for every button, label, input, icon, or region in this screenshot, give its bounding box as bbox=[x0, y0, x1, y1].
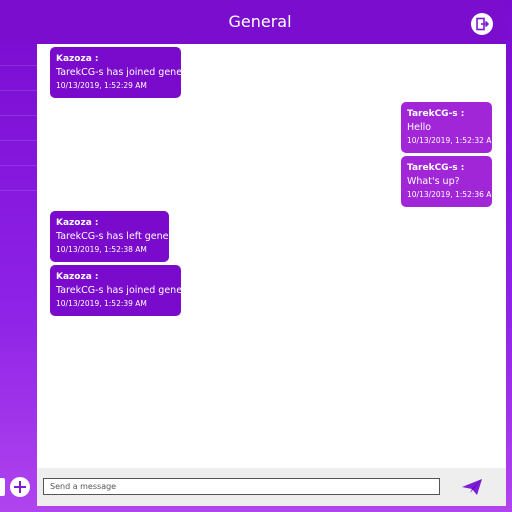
sidebar-divider bbox=[0, 90, 37, 91]
message-text: Hello bbox=[407, 122, 432, 133]
message-sender: Kazoza : bbox=[56, 272, 99, 282]
message-bubble: Kazoza : TarekCG-s has left general 10/1… bbox=[50, 211, 181, 262]
plus-icon bbox=[14, 481, 26, 493]
message-text: What's up? bbox=[407, 176, 460, 187]
sidebar-divider bbox=[0, 190, 37, 191]
message-timestamp: 10/13/2019, 1:52:32 AM bbox=[407, 136, 498, 145]
message-bubble: Kazoza : TarekCG-s has joined general 10… bbox=[50, 265, 195, 316]
message-bubble: Kazoza : TarekCG-s has joined general 10… bbox=[50, 47, 195, 98]
channel-title: General bbox=[228, 12, 292, 31]
logout-icon bbox=[476, 17, 489, 31]
sidebar-divider bbox=[0, 65, 37, 66]
message-text: TarekCG-s has joined general bbox=[56, 285, 195, 296]
message-timestamp: 10/13/2019, 1:52:36 AM bbox=[407, 190, 498, 199]
message-sender: Kazoza : bbox=[56, 218, 99, 228]
message-bubble: TarekCG-s : What's up? 10/13/2019, 1:52:… bbox=[401, 156, 498, 207]
message-timestamp: 10/13/2019, 1:52:29 AM bbox=[56, 81, 147, 90]
sidebar-divider bbox=[0, 115, 37, 116]
message-bubble: TarekCG-s : Hello 10/13/2019, 1:52:32 AM bbox=[401, 102, 498, 153]
message-sender: Kazoza : bbox=[56, 54, 99, 64]
message-text: TarekCG-s has joined general bbox=[56, 67, 195, 78]
message-text: TarekCG-s has left general bbox=[56, 231, 181, 242]
message-input[interactable] bbox=[43, 478, 440, 495]
channel-sidebar bbox=[0, 44, 37, 512]
sidebar-divider bbox=[0, 140, 37, 141]
message-sender: TarekCG-s : bbox=[407, 109, 465, 119]
chat-header: General bbox=[0, 0, 506, 44]
leave-channel-button[interactable] bbox=[471, 13, 493, 35]
message-timestamp: 10/13/2019, 1:52:39 AM bbox=[56, 299, 147, 308]
send-button[interactable] bbox=[461, 477, 483, 497]
message-timestamp: 10/13/2019, 1:52:38 AM bbox=[56, 245, 147, 254]
send-icon bbox=[462, 479, 482, 495]
sidebar-divider bbox=[0, 165, 37, 166]
add-channel-button[interactable] bbox=[10, 477, 30, 497]
message-sender: TarekCG-s : bbox=[407, 163, 465, 173]
sidebar-active-indicator[interactable] bbox=[0, 478, 5, 496]
